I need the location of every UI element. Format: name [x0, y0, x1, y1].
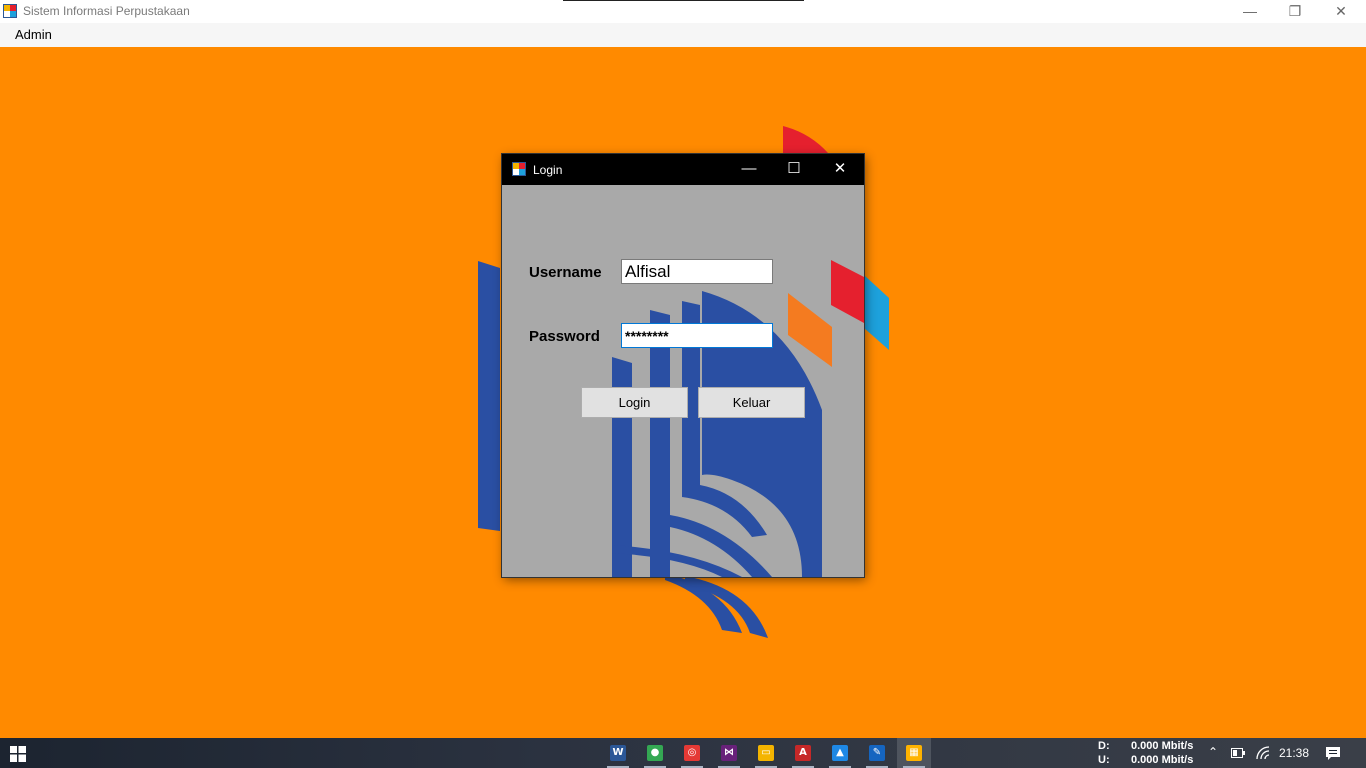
photos-icon: ▲	[832, 745, 848, 761]
login-button[interactable]: Login	[581, 387, 688, 418]
dialog-app-icon	[512, 162, 526, 176]
app-close-button[interactable]: ✕	[1318, 0, 1364, 23]
visual-studio-icon: ⋈	[721, 745, 737, 761]
taskbar-app-photos[interactable]: ▲	[823, 738, 857, 768]
app-titlebar: Sistem Informasi Perpustakaan — ❐ ✕	[0, 0, 1366, 23]
username-label: Username	[529, 264, 602, 281]
app-minimize-button[interactable]: —	[1227, 0, 1273, 23]
username-input[interactable]	[621, 259, 773, 284]
dialog-maximize-button[interactable]: ☐	[771, 154, 817, 185]
taskbar-app-app-tool[interactable]: ✎	[860, 738, 894, 768]
title-focus-line	[563, 0, 804, 1]
menu-bar: Admin	[0, 23, 1366, 47]
taskbar-app-file-explorer[interactable]: ▭	[749, 738, 783, 768]
acrobat-icon: A	[795, 745, 811, 761]
menu-admin[interactable]: Admin	[7, 23, 60, 47]
library-app-icon: ▦	[906, 745, 922, 761]
battery-icon[interactable]	[1231, 748, 1245, 758]
password-input[interactable]	[621, 323, 773, 348]
chevron-up-icon[interactable]: ⌃	[1208, 745, 1218, 759]
dialog-body: Username Password Login Keluar	[502, 185, 864, 577]
app-title: Sistem Informasi Perpustakaan	[23, 4, 190, 18]
notification-center-icon[interactable]	[1325, 746, 1341, 761]
dialog-title: Login	[533, 163, 563, 177]
taskbar-app-acrobat[interactable]: A	[786, 738, 820, 768]
taskbar-app-chrome[interactable]: ●	[638, 738, 672, 768]
taskbar-app-visual-studio[interactable]: ⋈	[712, 738, 746, 768]
net-up-label: U:	[1098, 754, 1110, 766]
taskbar: W ● ◎ ⋈ ▭ A ▲ ✎ ▦ D: 0.000 Mbit/s U: 0.000 Mbit/…	[0, 738, 1366, 768]
dialog-close-button[interactable]: ✕	[817, 154, 863, 185]
login-dialog: Login — ☐ ✕ Username Password Login Kelu…	[502, 154, 864, 577]
exit-button[interactable]: Keluar	[698, 387, 805, 418]
wifi-icon[interactable]	[1256, 746, 1270, 760]
taskbar-app-word[interactable]: W	[601, 738, 635, 768]
file-explorer-icon: ▭	[758, 745, 774, 761]
library-book-logo	[612, 260, 864, 577]
app-grid-icon	[3, 4, 17, 18]
clock[interactable]: 21:38	[1279, 746, 1309, 760]
word-icon: W	[610, 745, 626, 761]
dialog-titlebar: Login — ☐ ✕	[502, 154, 864, 185]
app-restore-button[interactable]: ❐	[1272, 0, 1318, 23]
dialog-minimize-button[interactable]: —	[726, 154, 772, 185]
password-label: Password	[529, 328, 600, 345]
taskbar-app-app-red[interactable]: ◎	[675, 738, 709, 768]
net-down-value: 0.000 Mbit/s	[1131, 740, 1194, 752]
taskbar-app-library-app[interactable]: ▦	[897, 738, 931, 768]
net-up-value: 0.000 Mbit/s	[1131, 754, 1194, 766]
chrome-icon: ●	[647, 745, 663, 761]
net-down-label: D:	[1098, 740, 1110, 752]
app-tool-icon: ✎	[869, 745, 885, 761]
windows-start-icon[interactable]	[10, 746, 26, 762]
app-red-icon: ◎	[684, 745, 700, 761]
